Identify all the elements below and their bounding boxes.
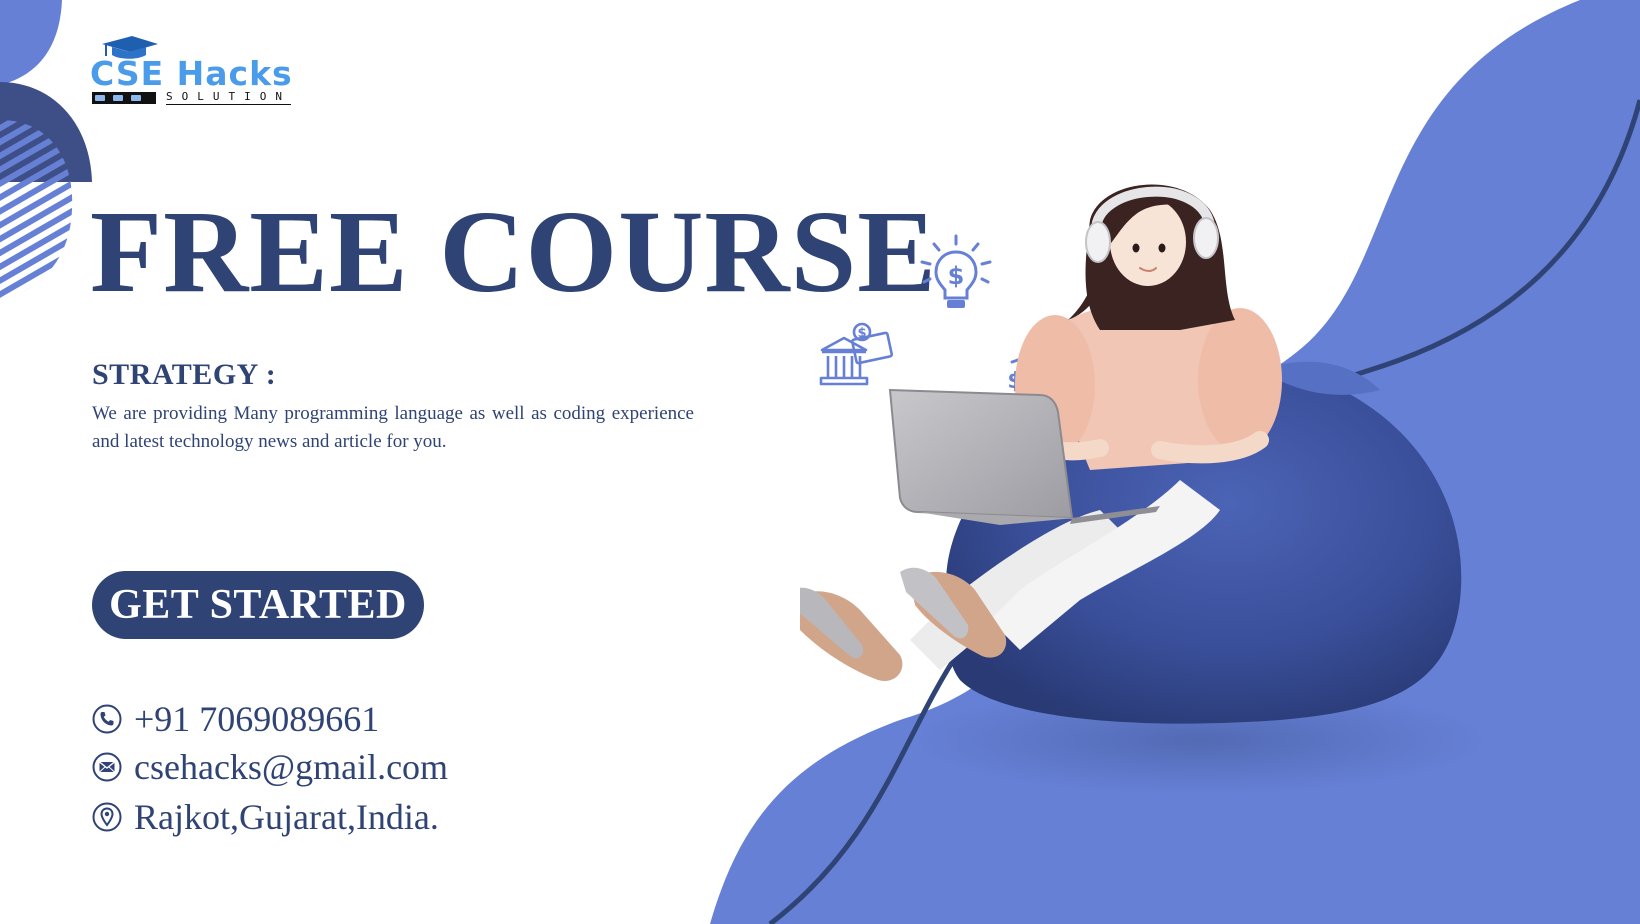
- student-laptop-illustration: [800, 184, 1490, 795]
- phone-number: +91 7069089661: [134, 699, 380, 739]
- contact-location[interactable]: Rajkot,Gujarat,India.: [92, 796, 439, 838]
- contact-phone[interactable]: +91 7069089661: [92, 698, 379, 740]
- email-address: csehacks@gmail.com: [134, 747, 449, 787]
- location-pin-icon: [92, 802, 122, 832]
- get-started-button[interactable]: GET STARTED: [92, 571, 424, 639]
- strategy-title: STRATEGY :: [92, 358, 277, 391]
- location-text: Rajkot,Gujarat,India.: [134, 797, 439, 837]
- brand-logo[interactable]: CSE Hacks SOLUTION: [90, 36, 293, 108]
- phone-icon: [92, 704, 122, 734]
- email-icon: [92, 752, 122, 782]
- strategy-description: We are providing Many programming langua…: [92, 403, 694, 452]
- contact-email[interactable]: csehacks@gmail.com: [92, 746, 448, 788]
- brand-icon-strip: [92, 92, 156, 104]
- brand-name: CSE Hacks: [90, 54, 293, 93]
- brand-tagline: SOLUTION: [166, 90, 291, 105]
